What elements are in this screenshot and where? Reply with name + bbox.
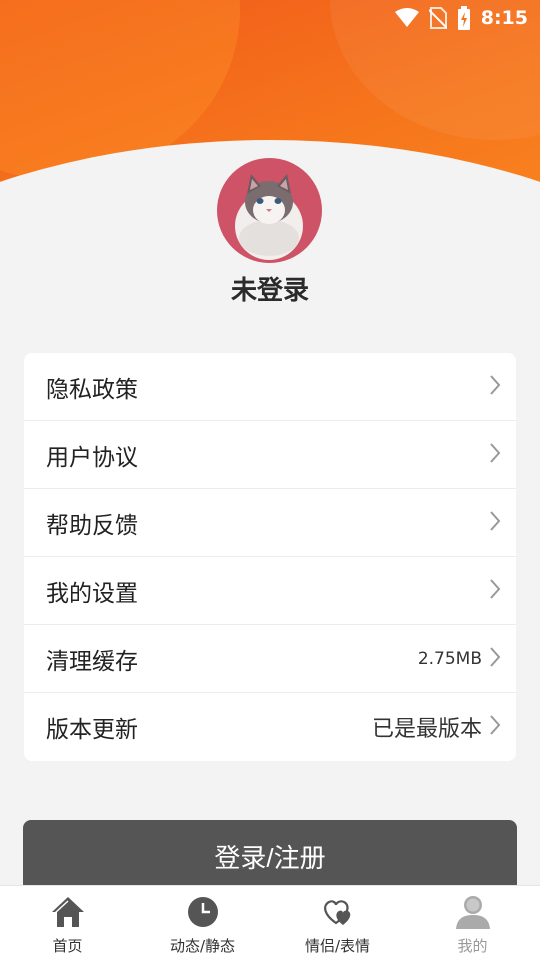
menu-item-label: 我的设置 xyxy=(46,580,138,607)
chevron-right-icon xyxy=(488,714,502,740)
login-register-button[interactable]: 登录/注册 xyxy=(23,820,517,892)
no-sim-icon xyxy=(428,7,447,29)
tab-label: 我的 xyxy=(457,937,488,955)
chevron-right-icon xyxy=(488,374,502,400)
hearts-icon xyxy=(321,894,355,930)
tab-label: 动态/静态 xyxy=(169,937,236,955)
chevron-right-icon xyxy=(488,646,502,672)
menu-item-label: 隐私政策 xyxy=(46,376,138,403)
chevron-right-icon xyxy=(488,578,502,604)
menu-item-label: 帮助反馈 xyxy=(46,512,138,539)
menu-item-version-update[interactable]: 版本更新 已是最版本 xyxy=(24,693,516,761)
avatar[interactable] xyxy=(217,158,322,263)
menu-item-label: 清理缓存 xyxy=(46,648,138,675)
battery-charging-icon xyxy=(457,6,471,30)
cat-avatar-icon xyxy=(235,174,303,260)
menu-item-user-agreement[interactable]: 用户协议 xyxy=(24,421,516,489)
tab-label: 情侣/表情 xyxy=(304,937,371,955)
cache-size-value: 2.75MB xyxy=(417,648,482,669)
status-bar: 8:15 xyxy=(394,0,540,36)
menu-item-privacy-policy[interactable]: 隐私政策 xyxy=(24,353,516,421)
person-icon xyxy=(454,894,492,930)
chevron-right-icon xyxy=(488,442,502,468)
clock-icon xyxy=(186,894,220,930)
menu-item-label: 版本更新 xyxy=(46,717,138,743)
version-status-value: 已是最版本 xyxy=(371,717,482,742)
tab-home[interactable]: 首页 xyxy=(0,886,135,961)
home-icon xyxy=(50,894,86,930)
chevron-right-icon xyxy=(488,510,502,536)
menu-item-clear-cache[interactable]: 清理缓存 2.75MB xyxy=(24,625,516,693)
menu-item-help-feedback[interactable]: 帮助反馈 xyxy=(24,489,516,557)
tab-mine[interactable]: 我的 xyxy=(405,886,540,961)
tab-label: 首页 xyxy=(52,937,83,955)
tab-dynamic-static[interactable]: 动态/静态 xyxy=(135,886,270,961)
tab-couple-emoji[interactable]: 情侣/表情 xyxy=(270,886,405,961)
settings-menu: 隐私政策 用户协议 帮助反馈 我的设置 清理缓存 2.75MB 版本更新 已是最… xyxy=(24,353,516,761)
menu-item-label: 用户协议 xyxy=(46,444,138,471)
menu-item-my-settings[interactable]: 我的设置 xyxy=(24,557,516,625)
wifi-icon xyxy=(394,8,419,28)
username-label: 未登录 xyxy=(230,276,309,306)
bottom-tab-bar: 首页 动态/静态 情侣/表情 我的 xyxy=(0,885,540,961)
status-time: 8:15 xyxy=(480,7,528,29)
